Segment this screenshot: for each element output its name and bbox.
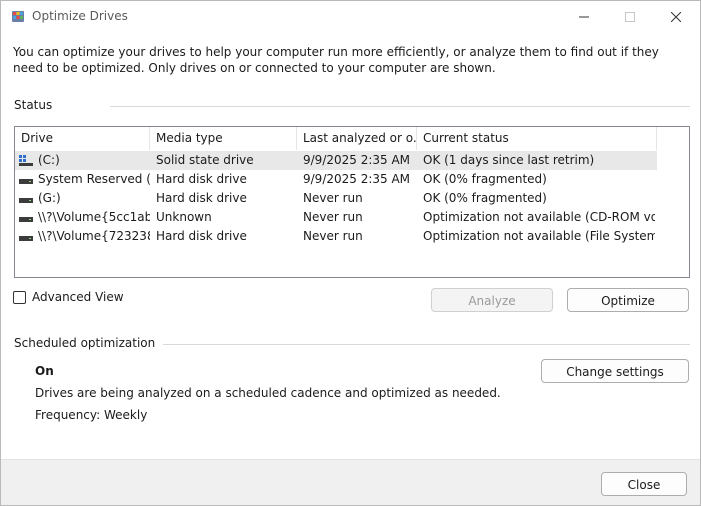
column-header-last-analyzed[interactable]: Last analyzed or o...	[297, 127, 417, 150]
status-separator	[110, 106, 690, 107]
last-analyzed: 9/9/2025 2:35 AM	[303, 172, 411, 186]
schedule-state: On	[35, 364, 54, 378]
advanced-view-checkbox[interactable]	[13, 290, 26, 304]
drive-row-g[interactable]: (G:) Hard disk drive Never run OK (0% fr…	[15, 189, 657, 208]
optimize-drives-window: Optimize Drives You can optimize your dr…	[0, 0, 701, 506]
media-type: Solid state drive	[156, 153, 254, 167]
drive-row-system-reserved[interactable]: System Reserved (F:) Hard disk drive 9/9…	[15, 170, 657, 189]
minimize-button[interactable]	[561, 1, 607, 33]
optimize-button[interactable]: Optimize	[567, 288, 689, 312]
hard-drive-icon	[19, 179, 33, 184]
scheduled-separator	[163, 344, 690, 345]
close-window-button[interactable]	[653, 1, 699, 33]
maximize-button[interactable]	[607, 1, 653, 33]
column-header-current-status[interactable]: Current status	[417, 127, 657, 150]
media-type: Hard disk drive	[156, 191, 247, 205]
column-header-media-type[interactable]: Media type	[150, 127, 297, 150]
title-bar[interactable]: Optimize Drives	[1, 1, 700, 33]
media-type: Unknown	[156, 210, 212, 224]
windows-drive-icon	[19, 155, 33, 166]
scheduled-section-label: Scheduled optimization	[14, 336, 156, 350]
drive-name: \\?\Volume{5cc1ab...	[38, 210, 150, 224]
drive-row-c[interactable]: (C:) Solid state drive 9/9/2025 2:35 AM …	[15, 151, 657, 170]
schedule-frequency: Frequency: Weekly	[35, 408, 148, 422]
column-header-drive[interactable]: Drive	[15, 127, 150, 150]
drive-name: System Reserved (F:)	[38, 172, 150, 186]
drives-list[interactable]: Drive Media type Last analyzed or o... C…	[14, 126, 690, 278]
close-button[interactable]: Close	[601, 472, 687, 496]
drive-name: \\?\Volume{723238...	[38, 229, 150, 243]
hard-drive-icon	[19, 198, 33, 203]
drive-name: (G:)	[38, 191, 61, 205]
advanced-view-toggle[interactable]: Advanced View	[13, 289, 124, 305]
last-analyzed: Never run	[303, 210, 363, 224]
hard-drive-icon	[19, 236, 33, 241]
analyze-button[interactable]: Analyze	[431, 288, 553, 312]
schedule-description: Drives are being analyzed on a scheduled…	[35, 386, 501, 400]
last-analyzed: Never run	[303, 191, 363, 205]
current-status: OK (0% fragmented)	[423, 172, 547, 186]
minimize-icon	[579, 16, 589, 18]
intro-text: You can optimize your drives to help you…	[13, 45, 659, 75]
current-status: Optimization not available (File System …	[423, 229, 655, 243]
drive-row-volume-5cc1ab[interactable]: \\?\Volume{5cc1ab... Unknown Never run O…	[15, 208, 657, 227]
window-title: Optimize Drives	[32, 9, 128, 23]
media-type: Hard disk drive	[156, 172, 247, 186]
current-status: Optimization not available (CD-ROM volu.…	[423, 210, 655, 224]
change-settings-button[interactable]: Change settings	[541, 359, 689, 383]
maximize-icon	[625, 12, 635, 22]
drive-name: (C:)	[38, 153, 60, 167]
current-status: OK (1 days since last retrim)	[423, 153, 595, 167]
drive-row-volume-723238[interactable]: \\?\Volume{723238... Hard disk drive Nev…	[15, 227, 657, 246]
main-content: You can optimize your drives to help you…	[1, 33, 700, 459]
last-analyzed: 9/9/2025 2:35 AM	[303, 153, 411, 167]
status-section-label: Status	[14, 98, 53, 112]
close-icon	[671, 12, 681, 22]
drives-list-header: Drive Media type Last analyzed or o... C…	[15, 127, 689, 150]
hard-drive-icon	[19, 217, 33, 222]
advanced-view-label: Advanced View	[32, 290, 124, 304]
dialog-footer: Close	[1, 459, 700, 505]
current-status: OK (0% fragmented)	[423, 191, 547, 205]
last-analyzed: Never run	[303, 229, 363, 243]
media-type: Hard disk drive	[156, 229, 247, 243]
defrag-app-icon	[12, 11, 24, 22]
